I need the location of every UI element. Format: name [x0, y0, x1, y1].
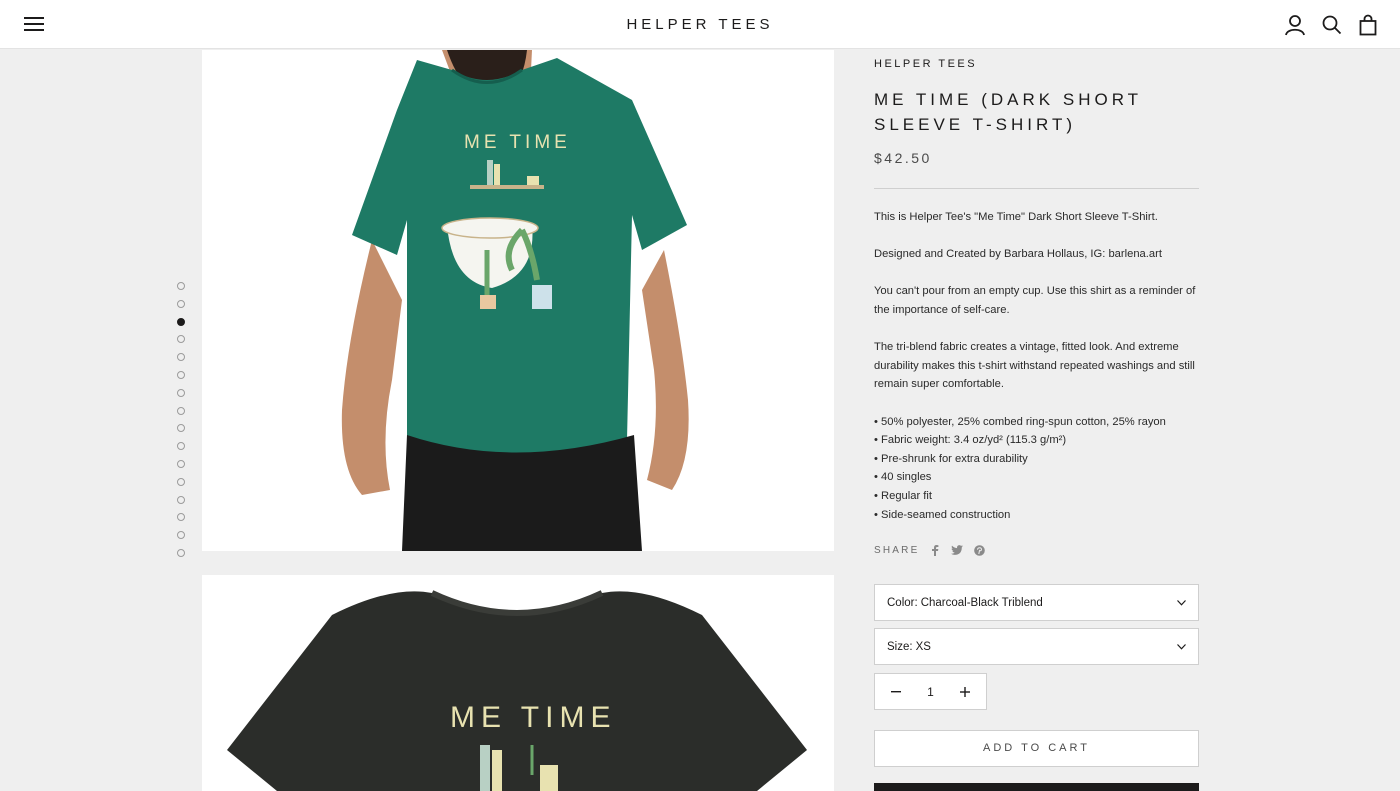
size-select[interactable]: Size: XS — [874, 628, 1199, 665]
feature-item: • 50% polyester, 25% combed ring-spun co… — [874, 415, 1166, 428]
gallery-dot[interactable] — [177, 282, 185, 290]
gallery-dot[interactable] — [177, 406, 185, 415]
product-image-1[interactable]: ME TIME — [202, 50, 834, 551]
gallery-dot[interactable] — [177, 459, 185, 468]
site-logo[interactable]: HELPER TEES — [0, 16, 1400, 33]
gallery-dot[interactable] — [177, 335, 185, 344]
twitter-icon[interactable] — [951, 544, 964, 556]
feature-list: • 50% polyester, 25% combed ring-spun co… — [874, 413, 1199, 525]
gallery-dot[interactable] — [177, 388, 185, 397]
gallery-dot[interactable] — [177, 548, 185, 557]
facebook-icon[interactable] — [929, 544, 941, 556]
gallery-dot[interactable] — [177, 513, 185, 522]
minus-icon[interactable] — [889, 685, 903, 699]
feature-item: • Side-seamed construction — [874, 508, 1011, 521]
share-bar: SHARE — [874, 544, 985, 556]
share-label: SHARE — [874, 544, 920, 556]
gallery-dot[interactable] — [177, 424, 185, 433]
description-paragraph: This is Helper Tee's "Me Time" Dark Shor… — [874, 211, 1158, 223]
quantity-value[interactable]: 1 — [927, 685, 934, 699]
description-paragraph: You can't pour from an empty cup. Use th… — [874, 285, 1196, 316]
description-paragraph: The tri-blend fabric creates a vintage, … — [874, 341, 1195, 391]
gallery-dot[interactable] — [177, 353, 185, 362]
shirt-graphic-text-2: ME TIME — [450, 701, 616, 734]
product-vendor[interactable]: HELPER TEES — [874, 58, 977, 70]
feature-item: • Regular fit — [874, 489, 933, 502]
size-select-value: XS — [915, 640, 931, 653]
chevron-down-icon — [1177, 597, 1186, 609]
color-select[interactable]: Color: Charcoal-Black Triblend — [874, 584, 1199, 621]
shirt-graphic-text: ME TIME — [464, 132, 571, 153]
gallery-dot[interactable] — [177, 495, 185, 504]
quantity-stepper: 1 — [874, 673, 987, 710]
gallery-dot[interactable] — [177, 442, 185, 451]
color-select-label: Color: — [887, 596, 918, 609]
search-icon[interactable] — [1321, 14, 1343, 36]
site-header: HELPER TEES — [0, 0, 1400, 49]
gallery-dot[interactable] — [177, 477, 185, 486]
product-price: $42.50 — [874, 150, 932, 166]
plus-icon[interactable] — [958, 685, 972, 699]
account-icon[interactable] — [1284, 14, 1306, 36]
gallery-dot[interactable] — [177, 370, 185, 379]
gallery-dot[interactable] — [177, 299, 185, 308]
gallery-dot[interactable] — [177, 531, 185, 540]
pinterest-icon[interactable] — [973, 544, 985, 556]
chevron-down-icon — [1177, 641, 1186, 653]
feature-item: • Pre-shrunk for extra durability — [874, 452, 1028, 465]
product-title: ME TIME (DARK SHORT SLEEVE T-SHIRT) — [874, 90, 1142, 134]
product-image-2[interactable]: ME TIME — [202, 575, 834, 791]
size-select-label: Size: — [887, 640, 913, 653]
add-to-cart-button[interactable]: ADD TO CART — [874, 730, 1199, 767]
color-select-value: Charcoal-Black Triblend — [920, 596, 1043, 609]
buy-now-button[interactable] — [874, 783, 1199, 791]
feature-item: • Fabric weight: 3.4 oz/yd² (115.3 g/m²) — [874, 434, 1067, 447]
divider — [874, 188, 1199, 189]
gallery-dot[interactable] — [177, 317, 185, 326]
feature-item: • 40 singles — [874, 471, 932, 484]
product-description: This is Helper Tee's "Me Time" Dark Shor… — [874, 208, 1199, 524]
description-paragraph: Designed and Created by Barbara Hollaus,… — [874, 248, 1162, 261]
gallery-pagination — [177, 282, 187, 567]
cart-icon[interactable] — [1357, 14, 1379, 36]
